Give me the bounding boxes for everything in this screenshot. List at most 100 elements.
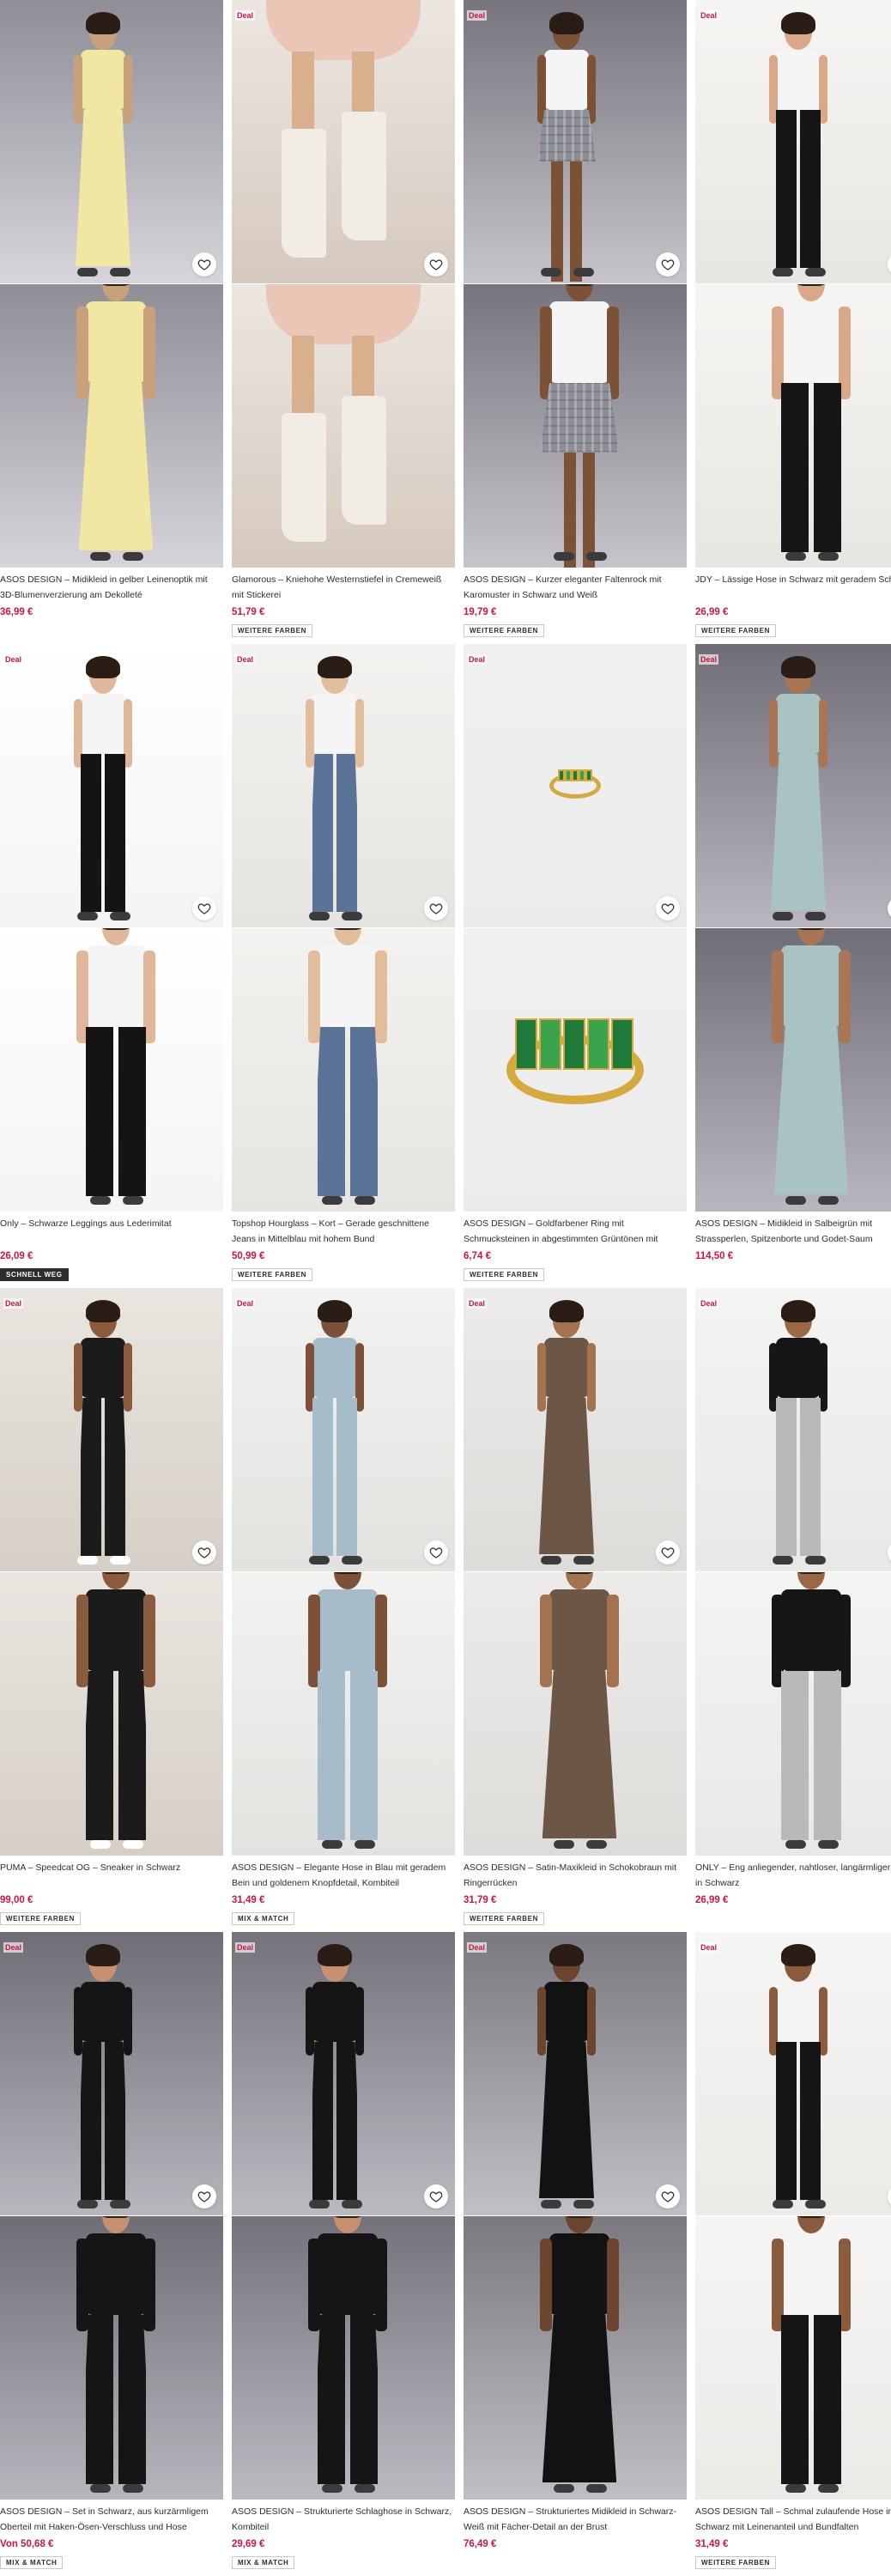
product-title[interactable]: ASOS DESIGN – Elegante Hose in Blau mit …	[232, 1860, 453, 1891]
product-image-alt[interactable]	[0, 928, 223, 1212]
more-colours-badge[interactable]: WEITERE FARBEN	[232, 624, 312, 637]
save-for-later-button[interactable]	[192, 1540, 216, 1564]
product-image-alt[interactable]	[232, 2216, 455, 2500]
more-colours-badge[interactable]: WEITERE FARBEN	[695, 624, 776, 637]
product-image[interactable]: Deal	[0, 644, 223, 927]
product-image-alt[interactable]	[0, 284, 223, 568]
product-image[interactable]: Deal	[232, 0, 455, 283]
shoe	[818, 2484, 839, 2493]
product-title[interactable]: ASOS DESIGN – Midikleid in gelber Leinen…	[0, 572, 221, 603]
product-title[interactable]: Glamorous – Kniehohe Westernstiefel in C…	[232, 572, 453, 603]
product-card[interactable]: Deal ASOS DESIGN – Goldfarbener Ring mit …	[464, 644, 687, 1288]
product-image[interactable]: Deal	[695, 0, 891, 283]
product-price: Von 50,68 €	[0, 2539, 54, 2549]
product-image-alt[interactable]	[695, 2216, 891, 2500]
save-for-later-button[interactable]	[192, 252, 216, 276]
save-for-later-button[interactable]	[192, 896, 216, 920]
product-card[interactable]: Deal ASOS DESIGN – Strukturiertes Midikle…	[464, 1932, 687, 2576]
product-title[interactable]: ASOS DESIGN – Goldfarbener Ring mit Schm…	[464, 1216, 685, 1247]
product-title[interactable]: ASOS DESIGN – Midikleid in Salbeigrün mi…	[695, 1216, 891, 1247]
product-title[interactable]: PUMA – Speedcat OG – Sneaker in Schwarz	[0, 1860, 221, 1891]
pant-leg	[349, 1026, 379, 1196]
product-image-alt[interactable]	[232, 1572, 455, 1856]
mix-match-badge[interactable]: MIX & MATCH	[232, 2556, 295, 2569]
product-card[interactable]: ASOS DESIGN – Midikleid in gelber Leinen…	[0, 0, 223, 644]
product-image[interactable]: Deal	[464, 1932, 687, 2215]
product-card[interactable]: Deal JDY – Lässige Hose in Schwarz mit ge…	[695, 0, 891, 644]
more-colours-badge[interactable]: WEITERE FARBEN	[464, 1912, 544, 1925]
product-title[interactable]: ASOS DESIGN – Satin-Maxikleid in Schokob…	[464, 1860, 685, 1891]
save-for-later-button[interactable]	[888, 1540, 891, 1564]
product-title[interactable]: JDY – Lässige Hose in Schwarz mit gerade…	[695, 572, 891, 603]
product-card[interactable]: Deal Only – Schwarze Leggings aus Lederim…	[0, 644, 223, 1288]
product-image-alt[interactable]	[695, 928, 891, 1212]
product-grid: ASOS DESIGN – Midikleid in gelber Leinen…	[0, 0, 891, 2576]
product-image[interactable]: Deal	[695, 1288, 891, 1571]
product-image-alt[interactable]	[695, 1572, 891, 1856]
save-for-later-button[interactable]	[656, 252, 680, 276]
product-card[interactable]: Deal PUMA – Speedcat OG – Sneaker in Schw…	[0, 1288, 223, 1932]
more-colours-badge[interactable]: WEITERE FARBEN	[464, 624, 544, 637]
product-image-alt[interactable]	[464, 928, 687, 1212]
shoe	[355, 1196, 375, 1205]
product-image[interactable]: Deal	[695, 644, 891, 927]
product-image[interactable]	[0, 0, 223, 283]
product-card[interactable]: Deal ASOS DESIGN – Kurzer eleganter Falte…	[464, 0, 687, 644]
product-card[interactable]: Deal ASOS DESIGN – Strukturierte Schlagho…	[232, 1932, 455, 2576]
product-image-alt[interactable]	[0, 1572, 223, 1856]
product-image-alt[interactable]	[232, 928, 455, 1212]
product-image-alt[interactable]	[695, 284, 891, 568]
save-for-later-button[interactable]	[656, 1540, 680, 1564]
save-for-later-button[interactable]	[888, 2184, 891, 2208]
product-card[interactable]: Deal ASOS DESIGN Tall – Schmal zulaufende…	[695, 1932, 891, 2576]
more-colours-badge[interactable]: WEITERE FARBEN	[232, 1268, 312, 1281]
more-colours-badge[interactable]: WEITERE FARBEN	[0, 1912, 81, 1925]
save-for-later-button[interactable]	[888, 896, 891, 920]
product-image[interactable]: Deal	[0, 1932, 223, 2215]
product-title[interactable]: ASOS DESIGN – Strukturiertes Midikleid i…	[464, 2504, 685, 2535]
product-image[interactable]: Deal	[232, 644, 455, 927]
save-for-later-button[interactable]	[424, 252, 448, 276]
save-for-later-button[interactable]	[424, 2184, 448, 2208]
product-title[interactable]: Only – Schwarze Leggings aus Lederimitat	[0, 1216, 221, 1247]
product-card[interactable]: Deal ASOS DESIGN – Elegante Hose in Blau …	[232, 1288, 455, 1932]
product-image[interactable]: Deal	[232, 1932, 455, 2215]
product-card[interactable]: Deal ASOS DESIGN – Satin-Maxikleid in Sch…	[464, 1288, 687, 1932]
product-card[interactable]: Deal ASOS DESIGN – Set in Schwarz, aus ku…	[0, 1932, 223, 2576]
product-image-alt[interactable]	[464, 284, 687, 568]
more-colours-badge[interactable]: WEITERE FARBEN	[695, 2556, 776, 2569]
product-title[interactable]: ASOS DESIGN Tall – Schmal zulaufende Hos…	[695, 2504, 891, 2535]
product-card[interactable]: Deal ASOS DESIGN – Midikleid in Salbeigrü…	[695, 644, 891, 1288]
product-image[interactable]: Deal	[464, 0, 687, 283]
product-image-alt[interactable]	[232, 284, 455, 568]
product-image[interactable]: Deal	[232, 1288, 455, 1571]
product-card[interactable]: Deal Topshop Hourglass – Kort – Gerade ge…	[232, 644, 455, 1288]
product-image[interactable]: Deal	[695, 1932, 891, 2215]
product-card[interactable]: Deal Glamorous – Kniehohe Westernstiefel …	[232, 0, 455, 644]
more-colours-badge[interactable]: WEITERE FARBEN	[464, 1268, 544, 1281]
save-for-later-button[interactable]	[656, 2184, 680, 2208]
product-image-alt[interactable]	[464, 2216, 687, 2500]
save-for-later-button[interactable]	[424, 896, 448, 920]
product-title[interactable]: ASOS DESIGN – Set in Schwarz, aus kurzär…	[0, 2504, 221, 2535]
arm	[607, 1595, 619, 1687]
product-title[interactable]: ONLY – Eng anliegender, nahtloser, langä…	[695, 1860, 891, 1891]
torso	[780, 301, 842, 383]
shoe	[586, 2484, 607, 2493]
product-image-alt[interactable]	[0, 2216, 223, 2500]
product-title[interactable]: Topshop Hourglass – Kort – Gerade geschn…	[232, 1216, 453, 1247]
mix-match-badge[interactable]: MIX & MATCH	[0, 2556, 64, 2569]
mix-match-badge[interactable]: MIX & MATCH	[232, 1912, 295, 1925]
save-for-later-button[interactable]	[656, 896, 680, 920]
product-image[interactable]: Deal	[0, 1288, 223, 1571]
product-image[interactable]: Deal	[464, 644, 687, 927]
save-for-later-button[interactable]	[192, 2184, 216, 2208]
product-image[interactable]: Deal	[464, 1288, 687, 1571]
heart-icon	[661, 902, 675, 915]
save-for-later-button[interactable]	[888, 252, 891, 276]
product-image-alt[interactable]	[464, 1572, 687, 1856]
save-for-later-button[interactable]	[424, 1540, 448, 1564]
product-card[interactable]: Deal ONLY – Eng anliegender, nahtloser, l…	[695, 1288, 891, 1932]
product-title[interactable]: ASOS DESIGN – Strukturierte Schlaghose i…	[232, 2504, 453, 2535]
product-title[interactable]: ASOS DESIGN – Kurzer eleganter Faltenroc…	[464, 572, 685, 603]
